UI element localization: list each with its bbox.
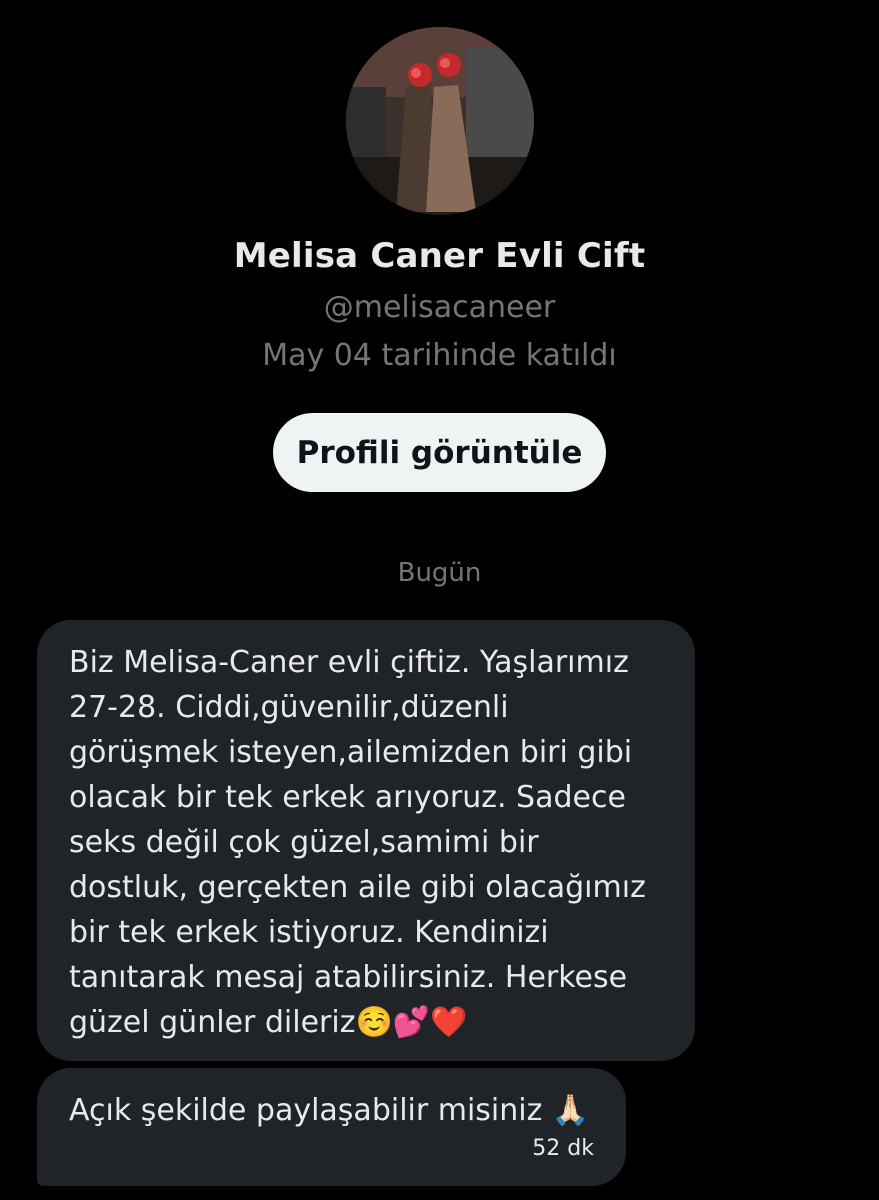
message-line: 27-28. Ciddi,güvenilir,düzenli (69, 690, 509, 725)
message-line: bir tek erkek istiyoruz. Kendinizi (69, 915, 549, 950)
message-bubble[interactable]: Açık şekilde paylaşabilir misiniz 🙏🏻 52 … (37, 1068, 626, 1186)
profile-joined-date: May 04 tarihinde katıldı (262, 338, 617, 373)
message-line: Biz Melisa-Caner evli çiftiz. Yaşlarımız (69, 645, 629, 680)
profile-display-name: Melisa Caner Evli Cift (233, 236, 646, 276)
profile-handle: @melisacaneer (323, 290, 556, 325)
message-timestamp: 52 dk (532, 1136, 594, 1161)
dm-conversation-screen: Melisa Caner Evli Cift @melisacaneer May… (0, 0, 879, 1200)
avatar[interactable] (346, 27, 534, 215)
avatar-photo (346, 27, 534, 215)
message-bubble[interactable]: Biz Melisa-Caner evli çiftiz. Yaşlarımız… (37, 620, 695, 1061)
message-line: dostluk, gerçekten aile gibi olacağımız (69, 870, 646, 905)
message-text: Açık şekilde paylaşabilir misiniz 🙏🏻 (69, 1093, 590, 1128)
message-line: görüşmek isteyen,ailemizden biri gibi (69, 735, 633, 770)
message-line: güzel günler dileriz☺️💕❤️ (69, 1005, 468, 1040)
message-line: seks değil çok güzel,samimi bir (69, 825, 539, 860)
message-line: olacak bir tek erkek arıyoruz. Sadece (69, 780, 626, 815)
day-separator: Bugün (397, 558, 482, 588)
view-profile-button[interactable]: Profili görüntüle (273, 413, 606, 492)
message-line: tanıtarak mesaj atabilirsiniz. Herkese (69, 960, 628, 995)
